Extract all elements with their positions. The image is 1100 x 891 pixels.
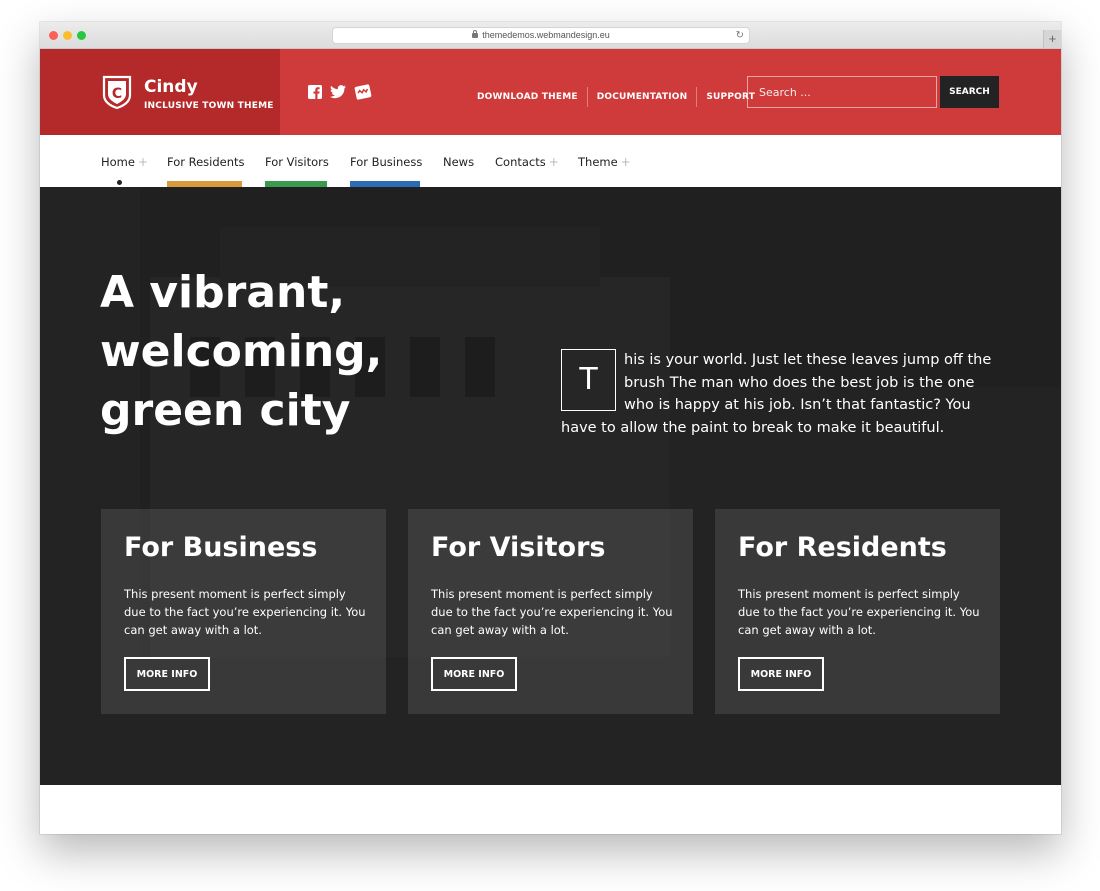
submenu-plus-icon: +	[620, 155, 631, 169]
more-info-button[interactable]: MORE INFO	[124, 657, 210, 691]
shield-logo-icon: C	[102, 75, 132, 110]
social-links	[308, 84, 372, 100]
page-below-hero	[40, 785, 1061, 834]
submenu-plus-icon: +	[137, 155, 149, 169]
site-name: Cindy	[144, 77, 198, 97]
webmandesign-icon[interactable]	[354, 84, 372, 100]
dropcap: T	[561, 349, 616, 411]
card-text: This present moment is perfect simply du…	[124, 587, 366, 637]
more-info-button[interactable]: MORE INFO	[431, 657, 517, 691]
hero-intro: This is your world. Just let these leave…	[561, 349, 999, 439]
search-button[interactable]: SEARCH	[940, 76, 999, 108]
nav-item-label: Theme	[578, 155, 618, 169]
nav-item-news[interactable]: News	[443, 155, 474, 169]
header-links: DOWNLOAD THEME DOCUMENTATION SUPPORT	[477, 87, 764, 107]
site-branding[interactable]: C Cindy INCLUSIVE TOWN THEME	[40, 49, 280, 135]
lock-icon	[472, 30, 479, 38]
submenu-plus-icon: +	[548, 155, 559, 169]
site-header: C Cindy INCLUSIVE TOWN THEME DOWNLOAD TH…	[40, 49, 1061, 135]
hero-intro-text: his is your world. Just let these leaves…	[561, 352, 992, 436]
twitter-icon[interactable]	[330, 85, 346, 99]
card-text: This present moment is perfect simply du…	[431, 587, 673, 637]
search-input[interactable]	[747, 76, 937, 108]
logo-letter: C	[112, 86, 122, 102]
hero-title: A vibrant, welcoming, green city	[100, 267, 383, 436]
facebook-icon[interactable]	[308, 85, 322, 99]
nav-item-for-residents[interactable]: For Residents	[167, 155, 245, 169]
address-bar-url: themedemos.webmandesign.eu	[482, 30, 610, 40]
close-window-button[interactable]	[49, 31, 58, 40]
new-tab-button[interactable]: +	[1043, 30, 1061, 48]
nav-item-for-business[interactable]: For Business	[350, 155, 422, 169]
card-title: For Visitors	[431, 532, 606, 563]
site-tagline: INCLUSIVE TOWN THEME	[144, 101, 274, 111]
card-for-visitors: For Visitors This present moment is perf…	[408, 509, 693, 714]
hero-section: A vibrant, welcoming, green city This is…	[40, 187, 1061, 785]
maximize-window-button[interactable]	[77, 31, 86, 40]
download-theme-link[interactable]: DOWNLOAD THEME	[477, 92, 587, 102]
nav-item-contacts[interactable]: Contacts +	[495, 155, 559, 169]
browser-window: themedemos.webmandesign.eu ↻ + C Cindy I…	[40, 22, 1061, 834]
card-for-business: For Business This present moment is perf…	[101, 509, 386, 714]
card-text: This present moment is perfect simply du…	[738, 587, 980, 637]
nav-item-theme[interactable]: Theme +	[578, 155, 631, 169]
address-bar[interactable]: themedemos.webmandesign.eu ↻	[332, 27, 750, 44]
nav-item-for-visitors[interactable]: For Visitors	[265, 155, 329, 169]
minimize-window-button[interactable]	[63, 31, 72, 40]
active-indicator	[115, 178, 124, 187]
card-title: For Business	[124, 532, 318, 563]
reload-icon[interactable]: ↻	[736, 28, 744, 43]
nav-item-home[interactable]: Home +	[101, 155, 148, 169]
browser-toolbar: themedemos.webmandesign.eu ↻ +	[40, 22, 1061, 49]
card-for-residents: For Residents This present moment is per…	[715, 509, 1000, 714]
nav-item-label: Contacts	[495, 155, 546, 169]
main-navigation: Home + For Residents For Visitors For Bus…	[40, 135, 1061, 187]
documentation-link[interactable]: DOCUMENTATION	[588, 92, 697, 102]
card-title: For Residents	[738, 532, 947, 563]
more-info-button[interactable]: MORE INFO	[738, 657, 824, 691]
nav-item-label: Home	[101, 155, 135, 169]
